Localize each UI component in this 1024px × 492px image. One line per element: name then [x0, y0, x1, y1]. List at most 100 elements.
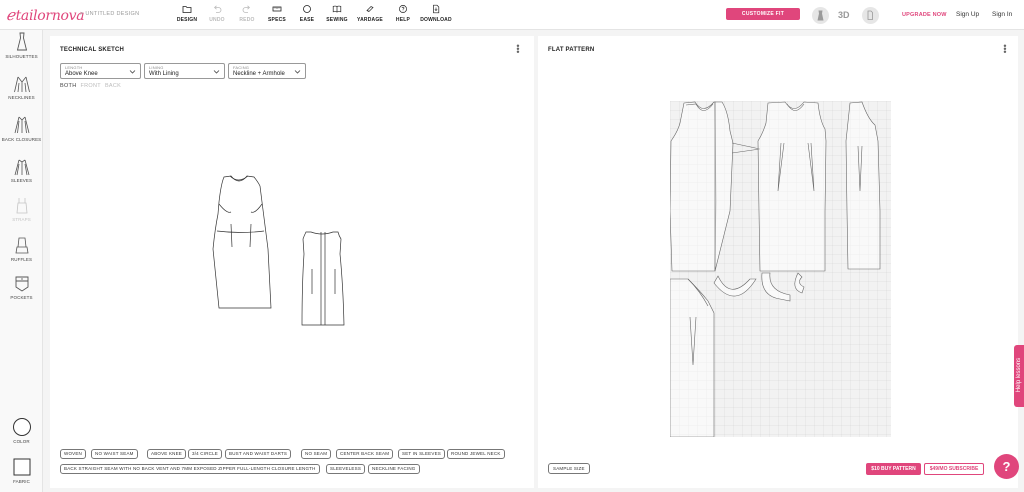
length-select[interactable]: LENGTH Above Knee — [60, 63, 141, 79]
tag-back-closure[interactable]: BACK STRAIGHT SEAM WITH NO BACK VENT AND… — [60, 464, 320, 474]
tag-set-in-sleeves[interactable]: SET IN SLEEVES — [398, 449, 445, 459]
tag-no-waist-seam[interactable]: NO WAIST SEAM — [91, 449, 138, 459]
length-select-label: LENGTH — [65, 65, 83, 70]
sewing-button[interactable]: SEWING — [322, 3, 352, 23]
sketch-title: TECHNICAL SKETCH — [60, 47, 125, 53]
dress-icon — [817, 10, 824, 21]
pattern-more-icon[interactable]: • • • — [1003, 42, 1007, 57]
color-picker[interactable]: COLOR — [0, 417, 43, 444]
silhouette-icon — [16, 32, 27, 51]
yardage-button[interactable]: YARDAGE — [352, 3, 388, 23]
back-dress-sketch — [301, 231, 345, 326]
specs-label: SPECS — [268, 17, 286, 23]
sidebar-item-sleeves[interactable]: SLEEVES — [0, 158, 43, 183]
view-back-tab[interactable]: BACK — [105, 83, 121, 89]
view-3d-button[interactable]: 3D — [838, 10, 850, 20]
design-button[interactable]: DESIGN — [172, 3, 202, 23]
upgrade-now-link[interactable]: UPGRADE NOW — [902, 12, 947, 18]
help-icon — [399, 5, 407, 13]
tag-bust-waist-darts[interactable]: BUST AND WAIST DARTS — [225, 449, 292, 459]
redo-icon — [242, 5, 250, 13]
lining-select-label: LINING — [149, 65, 164, 70]
sidebar-item-label: STRAPS — [12, 217, 31, 222]
sidebar-item-label: RUFFLES — [10, 257, 33, 262]
logo[interactable]: ℯtailornova — [6, 6, 85, 24]
sidebar-item-label: SILHOUETTES — [5, 54, 38, 59]
chevron-down-icon — [129, 70, 136, 74]
tag-no-seam[interactable]: NO SEAM — [301, 449, 332, 459]
pattern-view-button[interactable] — [862, 7, 879, 24]
tag-above-knee[interactable]: ABOVE KNEE — [147, 449, 187, 459]
facing-select[interactable]: FACING Neckline + Armhole — [228, 63, 306, 79]
tag-sleeveless[interactable]: SLEEVELESS — [326, 464, 366, 474]
tag-circle[interactable]: 3/4 CIRCLE — [188, 449, 223, 459]
dress-sketch — [212, 175, 345, 326]
download-button[interactable]: DOWNLOAD — [418, 3, 454, 23]
tag-neckline-facing[interactable]: NECKLINE FACING — [368, 464, 420, 474]
customize-fit-button[interactable]: CUSTOMIZE FIT — [726, 8, 800, 20]
fabric-picker[interactable]: FABRIC — [0, 457, 43, 484]
view-toggle: BOTH FRONT BACK — [60, 83, 125, 89]
fabric-swatch-icon — [13, 458, 30, 476]
front-dress-sketch — [212, 175, 272, 309]
sign-in-link[interactable]: Sign In — [992, 11, 1012, 18]
back-bodice-piece — [757, 101, 827, 272]
undo-label: UNDO — [209, 17, 225, 23]
download-label: DOWNLOAD — [420, 17, 452, 23]
tag-center-back-seam[interactable]: CENTER BACK SEAM — [336, 449, 394, 459]
back-closure-icon — [14, 116, 29, 134]
yardage-label: YARDAGE — [357, 17, 383, 23]
buy-pattern-button[interactable]: $10 BUY PATTERN — [866, 463, 921, 475]
logo-text: tailornova — [15, 8, 85, 24]
flat-pattern-panel: FLAT PATTERN • • • SAMPLE SIZE $10 BUY P… — [538, 36, 1018, 488]
redo-label: REDO — [239, 17, 255, 23]
sidebar-item-label: POCKETS — [10, 295, 33, 300]
chevron-down-icon — [294, 70, 301, 74]
lining-select[interactable]: LINING With Lining — [144, 63, 225, 79]
sidebar-item-back-closures[interactable]: BACK CLOSURES — [0, 115, 43, 142]
undo-button[interactable]: UNDO — [202, 3, 232, 23]
flat-pattern-canvas[interactable] — [670, 101, 891, 437]
help-lessons-tab[interactable]: Help lessons — [1014, 345, 1024, 407]
sidebar-item-silhouettes[interactable]: SILHOUETTES — [0, 32, 43, 59]
specs-button[interactable]: SPECS — [262, 3, 292, 23]
tag-woven[interactable]: WOVEN — [60, 449, 87, 459]
help-label: HELP — [395, 17, 411, 23]
help-chat-button[interactable]: ? — [994, 454, 1019, 479]
view-both-tab[interactable]: BOTH — [60, 83, 76, 89]
sample-size-button[interactable]: SAMPLE SIZE — [548, 463, 590, 474]
redo-button[interactable]: REDO — [232, 3, 262, 23]
pattern-piece-icon — [867, 10, 873, 20]
sidebar-item-straps[interactable]: STRAPS — [0, 197, 43, 222]
neckline-icon — [13, 76, 30, 93]
fabric-roll-icon — [366, 6, 374, 12]
ease-button[interactable]: EASE — [292, 3, 322, 23]
sidebar-item-label: SLEEVES — [10, 178, 33, 183]
color-label: COLOR — [13, 439, 30, 444]
side-panel-piece — [845, 101, 881, 270]
download-icon — [433, 4, 440, 14]
sketch-more-icon[interactable]: • • • — [516, 42, 520, 57]
chevron-down-icon — [213, 70, 220, 74]
dress-view-button[interactable] — [812, 7, 829, 24]
sleeve-icon — [14, 159, 29, 176]
sidebar-item-ruffles[interactable]: RUFFLES — [0, 237, 43, 262]
breadcrumb[interactable]: > UNTITLED DESIGN — [80, 11, 139, 17]
strap-icon — [16, 198, 27, 214]
skirt-front-piece — [670, 278, 715, 437]
sidebar: SILHOUETTES NECKLINES BACK CLOSURES SLEE… — [0, 30, 43, 492]
sidebar-item-necklines[interactable]: NECKLINES — [0, 75, 43, 100]
fabric-label: FABRIC — [13, 479, 30, 484]
sidebar-item-pockets[interactable]: POCKETS — [0, 275, 43, 300]
help-button[interactable]: HELP — [388, 3, 418, 23]
facing-select-label: FACING — [233, 65, 250, 70]
sign-up-link[interactable]: Sign Up — [956, 11, 979, 18]
tag-round-jewel-neck[interactable]: ROUND JEWEL NECK — [447, 449, 505, 459]
lining-select-value: With Lining — [149, 71, 179, 77]
ruffle-icon — [15, 237, 28, 254]
subscribe-button[interactable]: $49/MO SUBSCRIBE — [924, 463, 984, 475]
ease-label: EASE — [299, 17, 315, 23]
view-front-tab[interactable]: FRONT — [80, 83, 100, 89]
circle-icon — [303, 5, 311, 13]
facing-select-value: Neckline + Armhole — [233, 71, 285, 77]
